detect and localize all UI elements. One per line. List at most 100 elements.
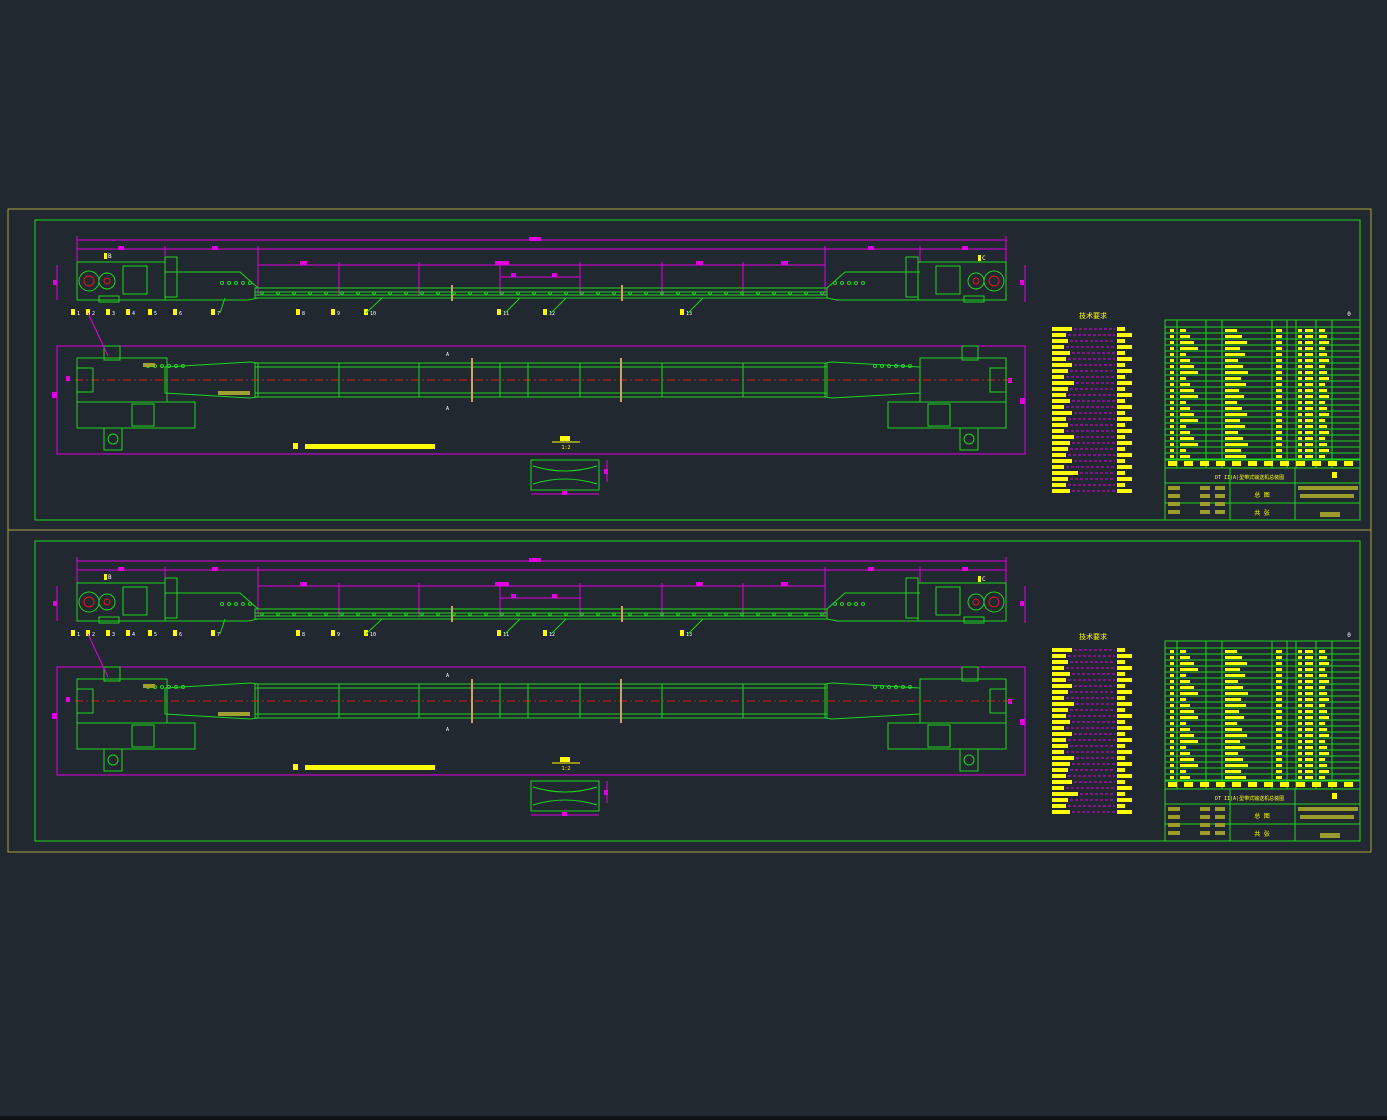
scale-cell bbox=[1300, 494, 1354, 498]
bom-index bbox=[1170, 407, 1174, 410]
bom-weight bbox=[1319, 758, 1325, 761]
idler-roller bbox=[548, 612, 552, 616]
chain-link bbox=[880, 685, 884, 689]
head-pulley-hub bbox=[83, 275, 95, 287]
bom-material bbox=[1305, 449, 1313, 452]
idler-roller bbox=[772, 612, 776, 616]
dimension-value bbox=[552, 594, 557, 598]
part-callout-marker bbox=[331, 309, 335, 315]
requirement-label bbox=[1052, 477, 1068, 481]
bom-weight bbox=[1319, 770, 1329, 773]
bom-name bbox=[1225, 710, 1239, 713]
requirement-value bbox=[1117, 792, 1125, 796]
requirement-label bbox=[1052, 447, 1068, 451]
bom-weight bbox=[1319, 377, 1329, 380]
head-gear-hub bbox=[103, 598, 111, 606]
bom-weight bbox=[1319, 437, 1325, 440]
bom-qty bbox=[1276, 395, 1282, 398]
bom-material bbox=[1305, 770, 1313, 773]
bom-code bbox=[1180, 347, 1198, 350]
part-callout-number: 6 bbox=[179, 632, 182, 638]
idler-roller bbox=[324, 291, 328, 295]
idler-roller bbox=[356, 612, 360, 616]
idler-roller bbox=[820, 612, 824, 616]
bom-index bbox=[1170, 740, 1174, 743]
bom-index bbox=[1170, 722, 1174, 725]
chain-link bbox=[873, 364, 877, 368]
bom-qty bbox=[1276, 341, 1282, 344]
idler-roller bbox=[484, 612, 488, 616]
status-strip bbox=[0, 1116, 1387, 1120]
bom-header-cell bbox=[1216, 782, 1225, 787]
requirement-value bbox=[1117, 477, 1132, 481]
idler-roller bbox=[612, 291, 616, 295]
bom-mark bbox=[1298, 734, 1302, 737]
idler-roller bbox=[596, 291, 600, 295]
bom-mark bbox=[1298, 722, 1302, 725]
idler-roller bbox=[532, 612, 536, 616]
approval-cell bbox=[1215, 494, 1225, 498]
bom-material bbox=[1305, 692, 1313, 695]
bom-header-cell bbox=[1168, 461, 1177, 466]
idler-roller bbox=[676, 291, 680, 295]
requirement-label bbox=[1052, 762, 1070, 766]
part-callout-marker bbox=[680, 309, 684, 315]
requirement-value bbox=[1117, 786, 1132, 790]
bom-qty bbox=[1276, 431, 1282, 434]
bom-mark bbox=[1298, 668, 1302, 671]
bom-qty bbox=[1276, 656, 1282, 659]
dimension-value bbox=[781, 261, 788, 265]
chain-link bbox=[160, 685, 164, 689]
part-callout-number: 7 bbox=[217, 632, 220, 638]
bom-weight bbox=[1319, 335, 1327, 338]
requirement-value bbox=[1117, 423, 1125, 427]
dimension-value bbox=[66, 697, 70, 702]
bom-index bbox=[1170, 419, 1174, 422]
idler-roller bbox=[788, 612, 792, 616]
general-note bbox=[293, 443, 435, 449]
bom-material bbox=[1305, 752, 1313, 755]
tail-gearbox bbox=[935, 265, 961, 295]
bom-index bbox=[1170, 377, 1174, 380]
section-marker bbox=[104, 253, 107, 259]
bom-mark bbox=[1298, 419, 1302, 422]
bom-qty bbox=[1276, 407, 1282, 410]
bom-code bbox=[1180, 674, 1186, 677]
bom-qty bbox=[1276, 716, 1282, 719]
chain-link bbox=[167, 685, 171, 689]
idler-roller bbox=[372, 612, 376, 616]
idler-roller bbox=[484, 291, 488, 295]
requirement-label bbox=[1052, 690, 1068, 694]
idler-roller bbox=[308, 612, 312, 616]
motor-shaft bbox=[963, 433, 975, 445]
bom-mark bbox=[1298, 335, 1302, 338]
chain-link bbox=[248, 281, 252, 285]
bom-code bbox=[1180, 758, 1194, 761]
incline-section-right bbox=[826, 618, 920, 622]
idler-roller bbox=[308, 291, 312, 295]
idler-roller bbox=[708, 291, 712, 295]
idler-roller bbox=[420, 291, 424, 295]
bom-weight bbox=[1319, 728, 1327, 731]
requirement-value bbox=[1117, 375, 1125, 379]
cad-drawing-canvas[interactable]: 1 2 3 4 5 6 7 8 9 10 11 12 13B CAA1:2技术要求DT II(A)型带式输… bbox=[0, 0, 1387, 1120]
bom-index bbox=[1170, 401, 1174, 404]
chain-link bbox=[227, 602, 231, 606]
bom-weight bbox=[1319, 740, 1325, 743]
chain-link bbox=[234, 281, 238, 285]
incline-section-left bbox=[165, 592, 259, 610]
part-callout-marker bbox=[126, 630, 130, 636]
bom-index bbox=[1170, 746, 1174, 749]
part-callout-number: 5 bbox=[154, 632, 157, 638]
head-base bbox=[98, 295, 120, 303]
dimension-value bbox=[696, 261, 703, 265]
part-callout-marker bbox=[211, 309, 215, 315]
bom-material bbox=[1305, 776, 1313, 779]
bom-index bbox=[1170, 710, 1174, 713]
bom-weight bbox=[1319, 668, 1325, 671]
bom-index bbox=[1170, 686, 1174, 689]
bom-weight bbox=[1319, 383, 1325, 386]
bom-mark bbox=[1298, 650, 1302, 653]
requirement-label bbox=[1052, 465, 1064, 469]
part-callout-marker bbox=[173, 630, 177, 636]
